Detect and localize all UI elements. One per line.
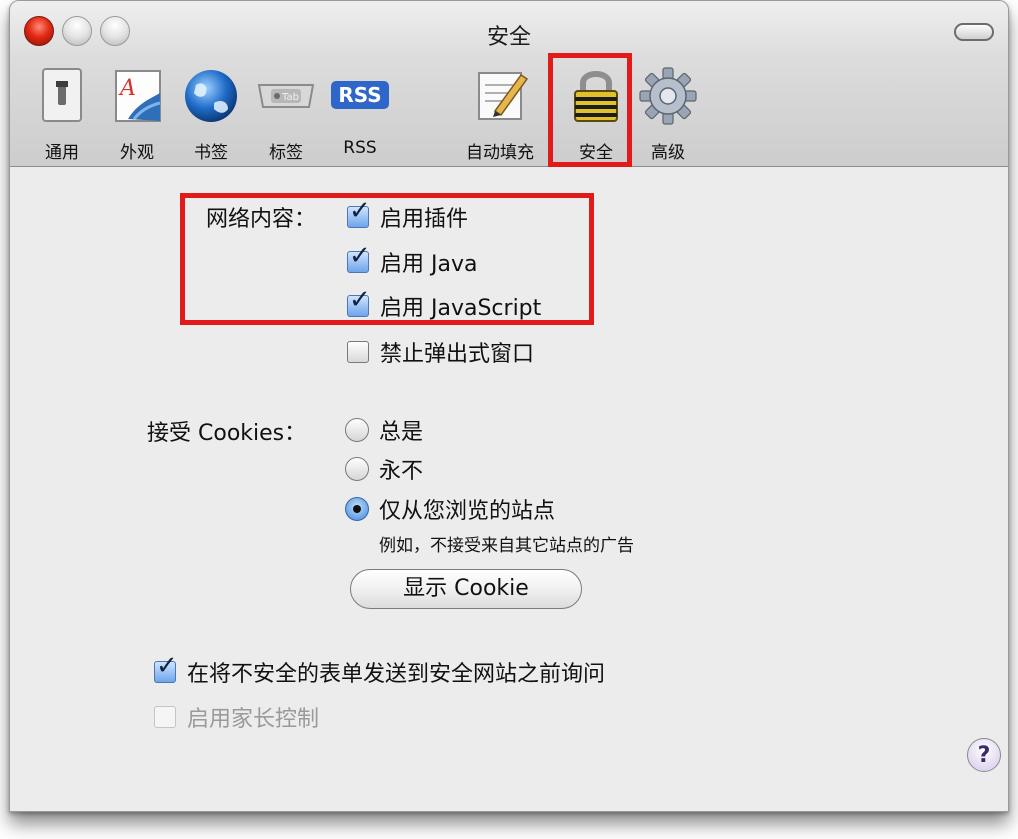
tab-general-label: 通用 [45, 143, 79, 163]
checkmark-icon: ✓ [349, 196, 371, 226]
window-title: 安全 [486, 25, 531, 50]
gear-icon [635, 63, 701, 129]
ask-before-sending-checkbox[interactable]: ✓ [154, 653, 178, 683]
preferences-window: 安全 通用 A 外观 书签 Tab 标签 RSS RSS 自动填充 安全 高级 … [9, 0, 1009, 812]
enable-java-label: 启用 Java [380, 252, 478, 277]
ask-before-sending-label: 在将不安全的表单发送到安全网站之前询问 [187, 662, 606, 687]
tab-appearance-label: 外观 [120, 143, 154, 163]
appearance-icon: A [104, 63, 170, 129]
tab-advanced[interactable]: 高级 [632, 63, 704, 163]
tab-rss-label: RSS [343, 138, 377, 158]
tab-advanced-label: 高级 [651, 143, 685, 163]
tab-tabs-label: 标签 [269, 143, 303, 163]
enable-plugins-label: 启用插件 [380, 207, 469, 232]
radio-dot [353, 505, 361, 513]
tab-rss[interactable]: RSS RSS [324, 63, 396, 163]
help-button[interactable]: ? [967, 738, 1001, 772]
checkmark-icon: ✓ [349, 285, 371, 315]
pencil-form-icon [467, 63, 533, 129]
tab-tabs[interactable]: Tab 标签 [250, 63, 322, 163]
toolbar-toggle-button[interactable] [954, 23, 994, 41]
cookies-hint: 例如，不接受来自其它站点的广告 [379, 536, 634, 556]
parental-controls-checkbox [154, 706, 176, 728]
svg-text:Tab: Tab [281, 92, 299, 103]
show-cookie-button[interactable]: 显示 Cookie [350, 569, 582, 609]
tab-bookmarks[interactable]: 书签 [175, 63, 247, 163]
cookies-never-label: 永不 [379, 459, 424, 484]
cookies-visited-label: 仅从您浏览的站点 [379, 499, 556, 524]
cookies-never-radio[interactable] [345, 457, 369, 481]
block-popups-label: 禁止弹出式窗口 [380, 342, 535, 367]
web-content-label: 网络内容： [206, 207, 317, 232]
enable-java-checkbox[interactable]: ✓ [347, 243, 371, 273]
rss-icon: RSS [327, 63, 393, 129]
security-tab-highlight [548, 53, 632, 167]
tab-autofill[interactable]: 自动填充 [460, 63, 540, 163]
accept-cookies-label: 接受 Cookies： [147, 421, 307, 446]
enable-javascript-label: 启用 JavaScript [380, 296, 542, 321]
tab-autofill-label: 自动填充 [466, 143, 534, 163]
enable-plugins-checkbox[interactable]: ✓ [347, 198, 371, 228]
block-popups-checkbox[interactable] [347, 341, 369, 363]
svg-text:A: A [118, 76, 136, 101]
svg-text:RSS: RSS [338, 83, 381, 107]
tab-bookmarks-label: 书签 [194, 143, 228, 163]
cookies-always-radio[interactable] [345, 418, 369, 442]
checkmark-icon: ✓ [156, 651, 178, 681]
cookies-visited-radio[interactable] [345, 497, 369, 521]
tab-general[interactable]: 通用 [26, 63, 98, 163]
globe-icon [178, 63, 244, 129]
tab-icon: Tab [253, 63, 319, 129]
enable-javascript-checkbox[interactable]: ✓ [347, 287, 371, 317]
parental-controls-label: 启用家长控制 [187, 707, 320, 732]
cookies-always-label: 总是 [379, 420, 424, 445]
tab-appearance[interactable]: A 外观 [101, 63, 173, 163]
checkmark-icon: ✓ [349, 241, 371, 271]
switch-icon [29, 63, 95, 129]
